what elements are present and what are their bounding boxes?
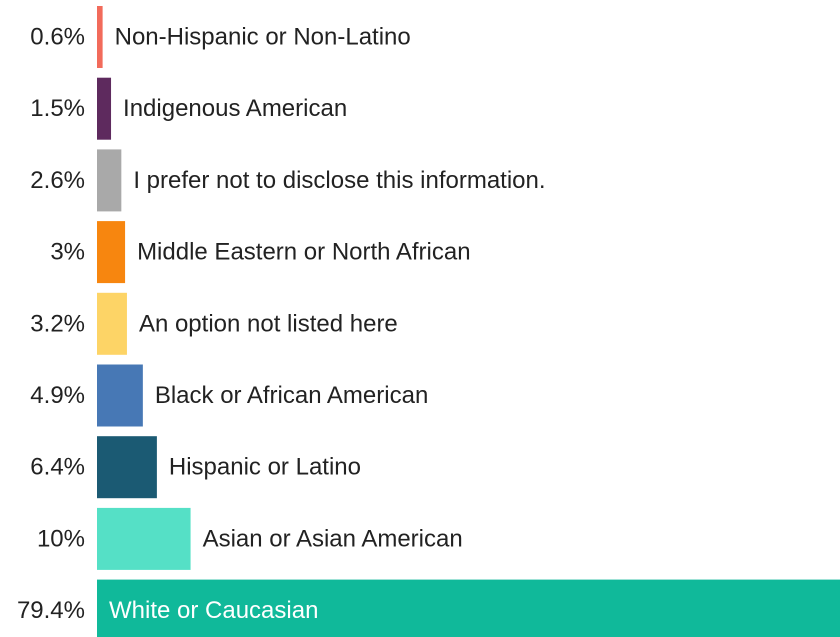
bar <box>97 77 112 140</box>
bar-chart: 0.6% Non-Hispanic or Non-Latino 1.5% Indige… <box>0 0 840 637</box>
value-label: 3% <box>50 239 85 266</box>
value-label: 2.6% <box>30 167 85 194</box>
value-label: 10% <box>37 525 85 552</box>
category-label: Middle Eastern or North African <box>137 239 470 266</box>
bar <box>97 149 122 212</box>
category-label: Asian or Asian American <box>203 525 463 552</box>
value-label: 6.4% <box>30 454 85 481</box>
category-label: Black or African American <box>155 382 428 409</box>
bar <box>97 6 103 68</box>
category-label: An option not listed here <box>139 310 398 337</box>
bar <box>97 221 126 284</box>
value-label: 79.4% <box>17 597 85 624</box>
value-label: 1.5% <box>30 95 85 122</box>
bar <box>97 436 157 499</box>
value-label: 4.9% <box>30 382 85 409</box>
category-label: Non-Hispanic or Non-Latino <box>115 24 411 51</box>
bar <box>97 364 143 427</box>
category-label: Indigenous American <box>123 95 347 122</box>
value-label: 0.6% <box>30 24 85 51</box>
category-label: I prefer not to disclose this informatio… <box>133 167 545 194</box>
category-label: Hispanic or Latino <box>169 454 361 481</box>
bar-chart-svg: 0.6% Non-Hispanic or Non-Latino 1.5% Indige… <box>17 6 840 637</box>
bar <box>97 292 127 355</box>
value-label: 3.2% <box>30 310 85 337</box>
category-label: White or Caucasian <box>109 597 318 624</box>
bar <box>97 507 191 570</box>
